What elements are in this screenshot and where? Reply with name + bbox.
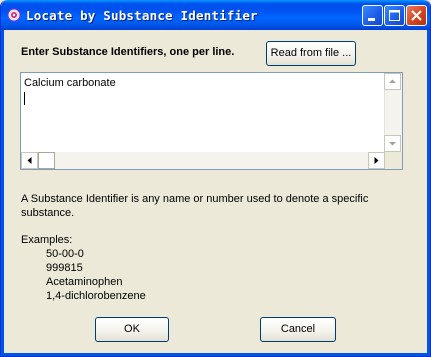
- prompt-label: Enter Substance Identifiers, one per lin…: [21, 46, 235, 58]
- minimize-button[interactable]: [362, 5, 383, 26]
- example-item: Acetaminophen: [46, 276, 123, 288]
- arrow-down-icon: [389, 142, 396, 146]
- scroll-right-button[interactable]: [368, 152, 385, 169]
- arrow-up-icon: [389, 79, 396, 83]
- examples-label: Examples:: [21, 234, 73, 246]
- window-border-bottom: [1, 353, 430, 356]
- example-item: 999815: [46, 262, 83, 274]
- maximize-icon: [389, 10, 400, 21]
- identifier-text-area[interactable]: Calcium carbonate: [20, 72, 403, 170]
- minimize-icon: [368, 18, 375, 21]
- text-area-value[interactable]: Calcium carbonate: [24, 77, 116, 89]
- cancel-button[interactable]: Cancel: [260, 317, 336, 342]
- maximize-button[interactable]: [384, 5, 405, 26]
- info-description: A Substance Identifier is any name or nu…: [21, 193, 369, 219]
- horizontal-scroll-thumb[interactable]: [38, 152, 55, 169]
- arrow-right-icon: [374, 157, 379, 164]
- scroll-left-button[interactable]: [21, 152, 38, 169]
- close-button[interactable]: [406, 5, 427, 26]
- close-icon: [411, 10, 422, 21]
- scroll-down-button[interactable]: [384, 135, 401, 152]
- title-bar[interactable]: Locate by Substance Identifier: [1, 0, 430, 30]
- horizontal-scrollbar[interactable]: [21, 152, 385, 169]
- window-title: Locate by Substance Identifier: [26, 8, 258, 23]
- read-from-file-button[interactable]: Read from file ...: [266, 41, 356, 66]
- example-item: 50-00-0: [46, 248, 84, 260]
- scroll-corner: [385, 152, 402, 169]
- locate-dialog-window: Locate by Substance Identifier Enter Sub…: [0, 0, 431, 357]
- scroll-up-button[interactable]: [384, 73, 401, 90]
- text-caret: [24, 92, 25, 105]
- example-item: 1,4-dichlorobenzene: [46, 290, 146, 302]
- app-icon: [7, 8, 21, 22]
- vertical-scrollbar[interactable]: [384, 73, 402, 152]
- ok-button[interactable]: OK: [95, 317, 169, 342]
- arrow-left-icon: [27, 157, 32, 164]
